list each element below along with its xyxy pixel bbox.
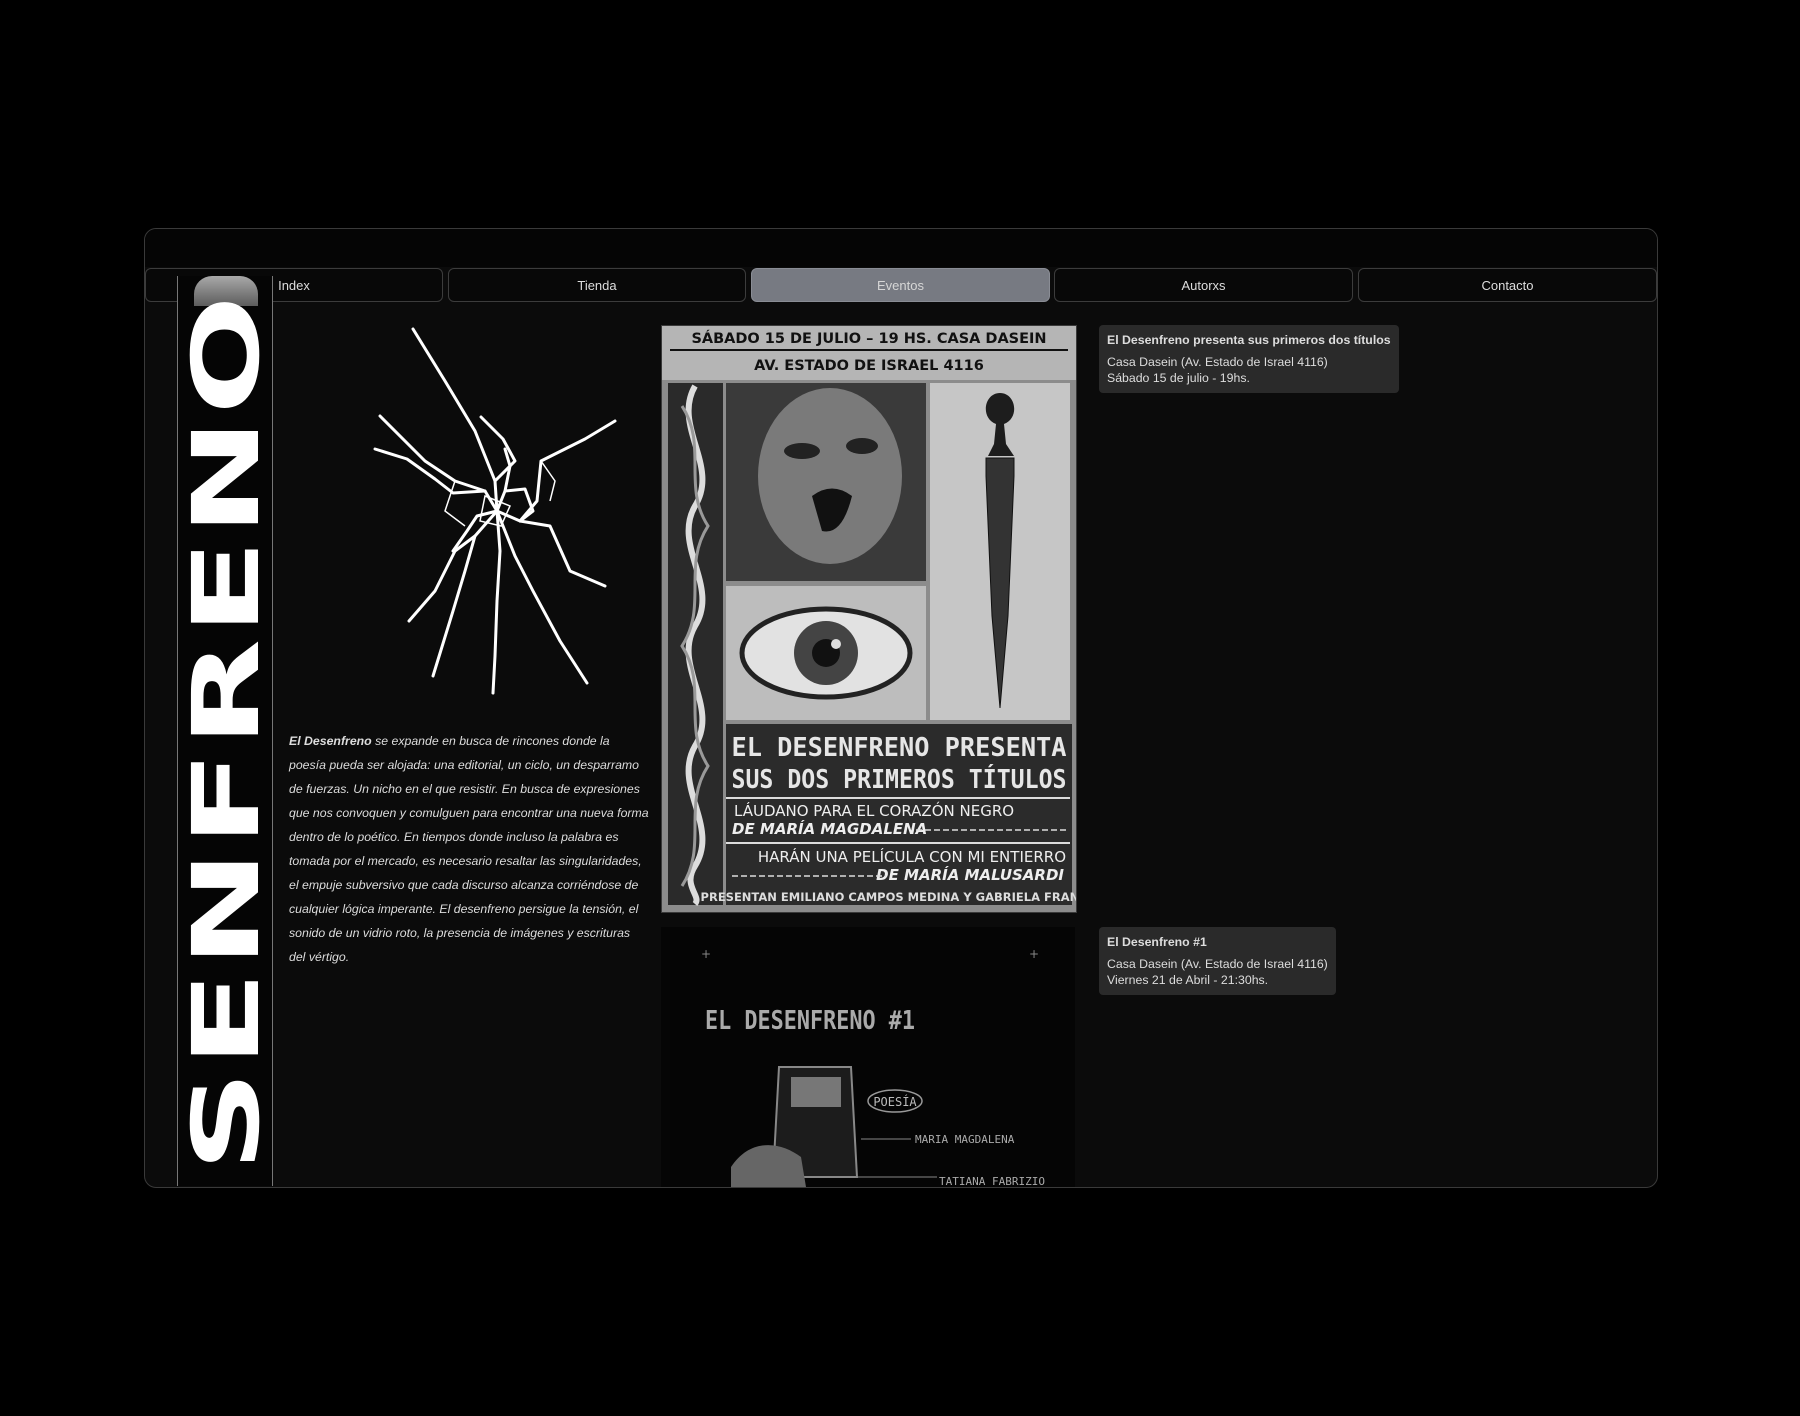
browser-window: Index Tienda Eventos Autorxs Contacto SE… [144, 228, 1658, 1188]
tab-tienda-label: Tienda [577, 277, 617, 293]
crosshair-right-icon: + [1029, 947, 1039, 961]
event-card-2-place: Casa Dasein (Av. Estado de Israel 4116) [1107, 957, 1328, 971]
event-card-2-date: Viernes 21 de Abril - 21:30hs. [1107, 973, 1269, 987]
event-card-2[interactable]: El Desenfreno #1 Casa Dasein (Av. Estado… [1099, 927, 1336, 995]
poster-1-header-2: AV. ESTADO DE ISRAEL 4116 [754, 358, 984, 374]
tab-autorxs[interactable]: Autorxs [1054, 268, 1353, 302]
poster-1-title-2: SUS DOS PRIMEROS TÍTULOS [732, 763, 1067, 795]
poster-2-name-2: TATIANA FABRIZIO [939, 1175, 1045, 1187]
poster-1-book-1: LÁUDANO PARA EL CORAZÓN NEGRO [734, 801, 1014, 820]
tab-contacto-label: Contacto [1481, 277, 1534, 293]
event-card-1-place: Casa Dasein (Av. Estado de Israel 4116) [1107, 355, 1328, 369]
poster-1-author-1: DE MARÍA MAGDALENA [732, 819, 927, 838]
description-text: se expande en busca de rincones donde la… [289, 734, 649, 964]
logo-svg: SENFRENO [178, 292, 272, 1172]
tab-eventos-label: Eventos [877, 277, 924, 293]
event-card-1[interactable]: El Desenfreno presenta sus primeros dos … [1099, 325, 1399, 393]
poster-1-author-2: DE MARÍA MALUSARDI [876, 865, 1064, 884]
logo-text: SENFRENO [178, 292, 272, 1172]
event-poster-2[interactable]: + + EL DESENFRENO #1 POESÍA MARIA MAGDAL… [661, 927, 1075, 1187]
window-top-bar [145, 229, 1657, 267]
poster-1-footer: PRESENTAN EMILIANO CAMPOS MEDINA Y GABRI… [701, 890, 1076, 904]
tab-autorxs-label: Autorxs [1181, 277, 1226, 293]
main-nav: Index Tienda Eventos Autorxs Contacto [145, 268, 1657, 304]
poster-1-book-2: HARÁN UNA PELÍCULA CON MI ENTIERRO [758, 847, 1066, 866]
event-card-1-title: El Desenfreno presenta sus primeros dos … [1107, 333, 1391, 347]
poster-2-name-1: MARIA MAGDALENA [915, 1133, 1015, 1146]
poster-1-title-1: EL DESENFRENO PRESENTA [732, 733, 1067, 763]
tab-index-label: Index [278, 277, 310, 293]
tab-contacto[interactable]: Contacto [1358, 268, 1657, 302]
event-poster-1[interactable]: SÁBADO 15 DE JULIO – 19 HS. CASA DASEIN … [661, 325, 1077, 913]
poster-2-tag: POESÍA [873, 1094, 917, 1109]
poster-2-title: EL DESENFRENO #1 [705, 1006, 915, 1036]
description-brand: El Desenfreno [289, 734, 372, 748]
crosshair-left-icon: + [701, 947, 711, 961]
tab-tienda[interactable]: Tienda [448, 268, 746, 302]
broken-glass-illustration [373, 327, 617, 695]
poster-1-header-1: SÁBADO 15 DE JULIO – 19 HS. CASA DASEIN [691, 330, 1046, 347]
tab-eventos[interactable]: Eventos [751, 268, 1050, 302]
poster-1-svg: SÁBADO 15 DE JULIO – 19 HS. CASA DASEIN … [662, 326, 1076, 912]
poster-2-svg: + + EL DESENFRENO #1 POESÍA MARIA MAGDAL… [661, 927, 1075, 1187]
vertical-logo[interactable]: SENFRENO [177, 276, 273, 1186]
event-card-1-date: Sábado 15 de julio - 19hs. [1107, 371, 1250, 385]
event-card-2-title: El Desenfreno #1 [1107, 935, 1207, 949]
about-description: El Desenfreno se expande en busca de rin… [289, 729, 649, 969]
